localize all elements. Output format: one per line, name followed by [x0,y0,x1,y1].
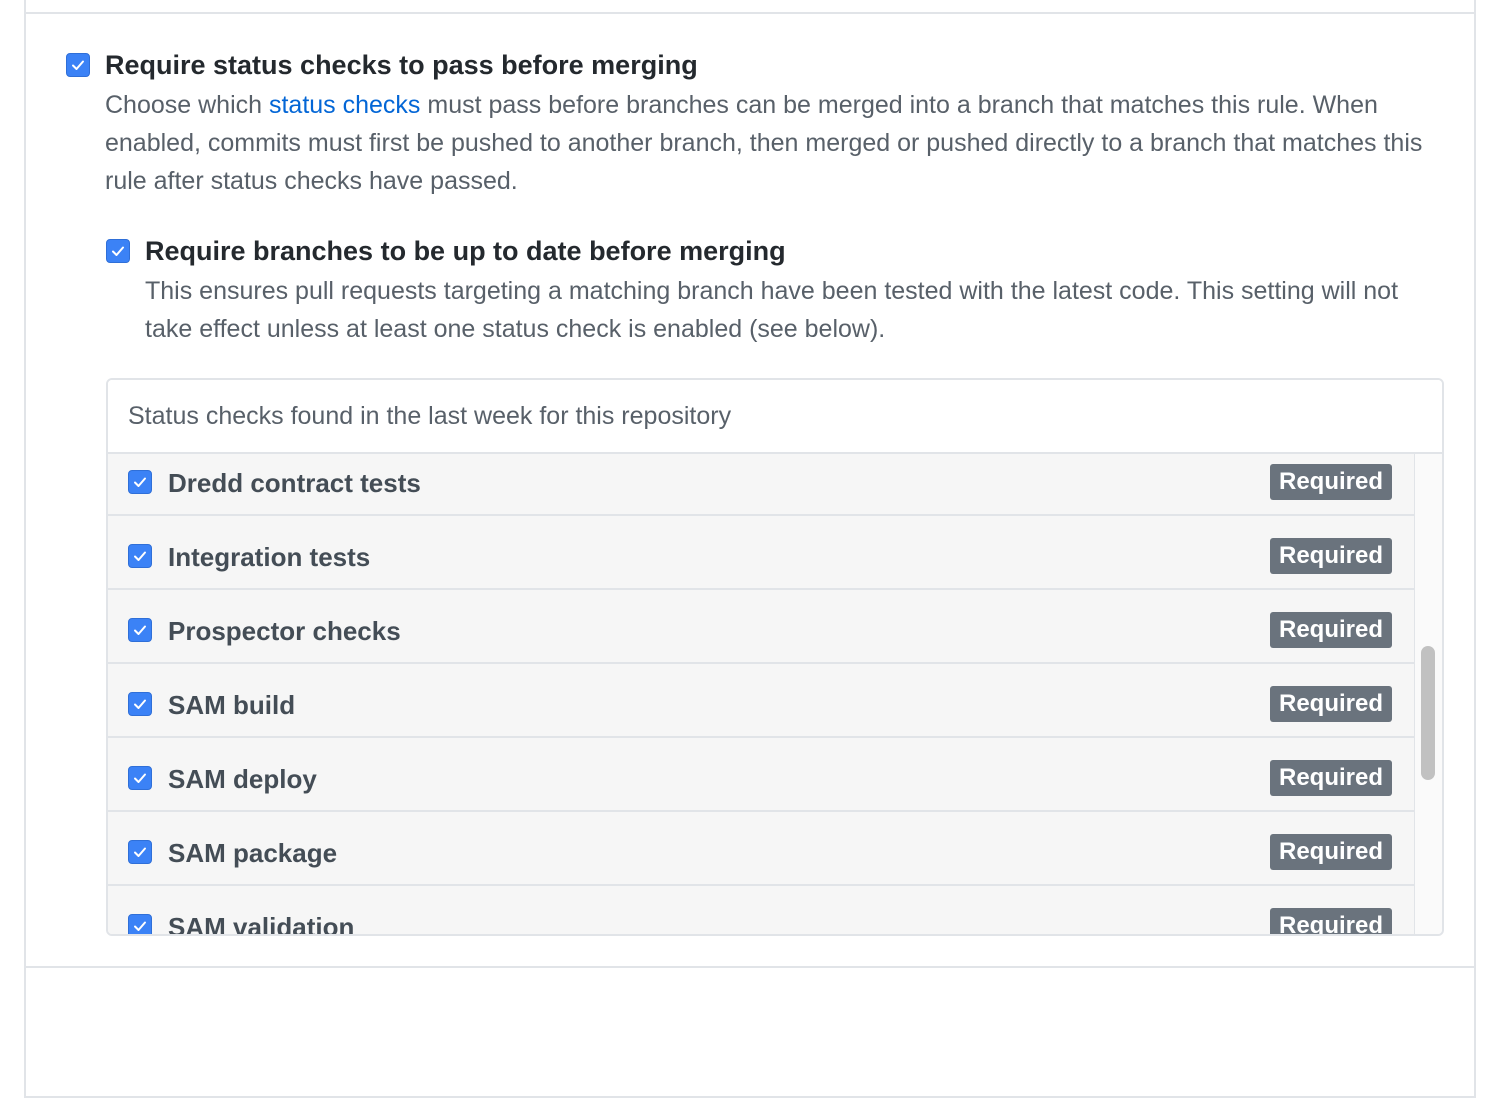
required-badge: Required [1270,538,1392,574]
status-check-row[interactable]: SAM deploy Required [108,738,1414,812]
divider-top [26,12,1476,14]
required-badge: Required [1270,612,1392,648]
status-check-row[interactable]: Integration tests Required [108,516,1414,590]
status-check-checkbox[interactable] [128,618,152,642]
check-icon [72,60,84,70]
status-check-row[interactable]: Dredd contract tests Required [108,454,1414,516]
status-check-row[interactable]: SAM build Required [108,664,1414,738]
status-check-row[interactable]: Prospector checks Required [108,590,1414,664]
status-checks-panel: Status checks found in the last week for… [106,378,1444,936]
status-check-checkbox[interactable] [128,544,152,568]
check-icon [134,699,146,709]
status-check-label: SAM validation [168,912,355,936]
required-badge: Required [1270,464,1392,500]
require-up-to-date-checkbox[interactable] [106,239,130,263]
required-badge: Required [1270,834,1392,870]
check-icon [134,625,146,635]
check-icon [134,847,146,857]
status-check-label: SAM package [168,838,338,868]
scrollbar-thumb[interactable] [1421,646,1435,780]
status-checks-list: Dredd contract tests Required Integration … [108,454,1414,936]
divider-bottom [26,966,1476,968]
status-check-row[interactable]: SAM validation Required [108,886,1414,936]
status-check-row[interactable]: SAM package Required [108,812,1414,886]
required-badge: Required [1270,908,1392,934]
required-badge: Required [1270,760,1392,796]
required-badge: Required [1270,686,1392,722]
status-check-checkbox[interactable] [128,840,152,864]
scrollbar-track[interactable] [1414,454,1442,934]
status-check-label: Prospector checks [168,616,401,646]
require-status-checks-title: Require status checks to pass before mer… [105,50,698,80]
check-icon [134,921,146,931]
status-check-checkbox[interactable] [128,470,152,494]
check-icon [134,551,146,561]
check-icon [112,246,124,256]
status-check-label: Dredd contract tests [168,468,421,498]
status-check-checkbox[interactable] [128,914,152,934]
require-up-to-date-description: This ensures pull requests targeting a m… [145,277,1399,343]
status-check-label: Integration tests [168,542,371,572]
status-check-label: SAM build [168,690,296,720]
require-status-checks-checkbox[interactable] [66,53,90,77]
status-checks-header: Status checks found in the last week for… [108,380,1442,454]
check-icon [134,477,146,487]
status-check-checkbox[interactable] [128,692,152,716]
require-up-to-date-title: Require branches to be up to date before… [145,236,786,266]
require-status-checks-description: Choose which status checks must pass bef… [105,91,1423,195]
check-icon [134,773,146,783]
status-check-checkbox[interactable] [128,766,152,790]
status-checks-link[interactable]: status checks [269,91,420,119]
status-check-label: SAM deploy [168,764,317,794]
